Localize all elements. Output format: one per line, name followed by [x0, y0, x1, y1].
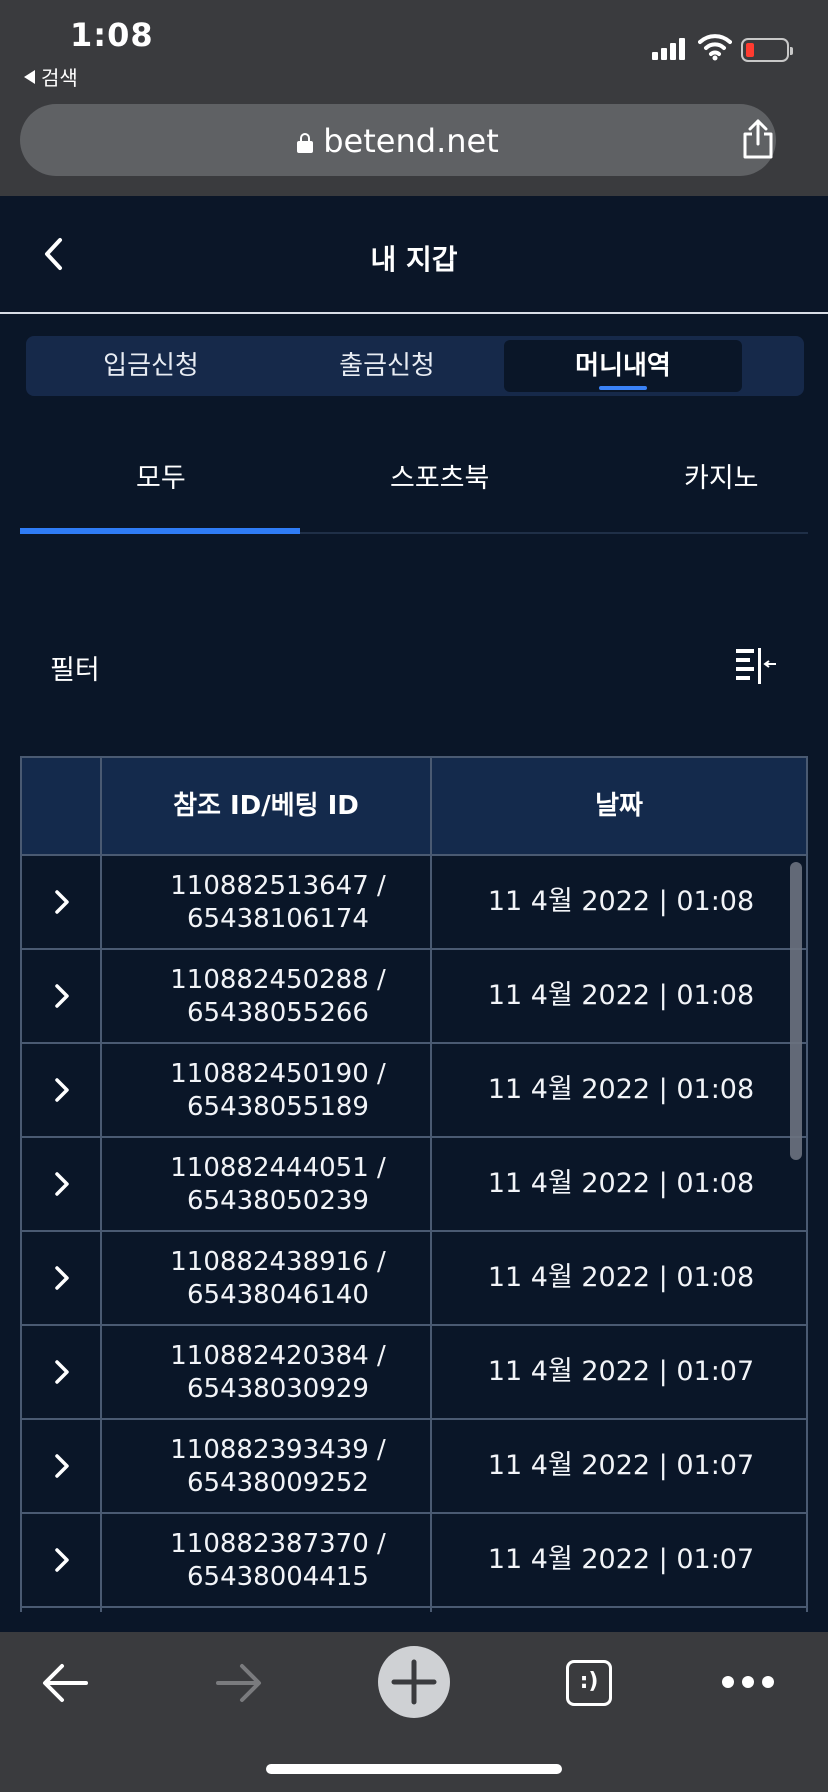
browser-forward-icon[interactable] [214, 1660, 264, 1706]
date-cell: 11 4월 2022 | 01:07 [487, 1544, 755, 1575]
browser-chrome: 1:08 검색 betend.net [0, 0, 828, 196]
expand-chevron-icon[interactable] [52, 1546, 72, 1574]
header-date: 날짜 [595, 791, 643, 821]
back-to-app-link[interactable]: 검색 [24, 62, 78, 91]
expand-chevron-icon[interactable] [52, 1264, 72, 1292]
status-time: 1:08 [70, 16, 154, 54]
table-row[interactable]: 110882450288 /65438055266 11 4월 2022 | 0… [20, 950, 808, 1044]
ref-id-cell: 110882450288 /65438055266 [170, 965, 386, 1028]
back-triangle-icon [24, 69, 35, 84]
lock-icon [297, 133, 314, 153]
tab-money-history-label: 머니내역 [575, 351, 671, 381]
ref-id-cell: 110882450190 /65438055189 [170, 1059, 386, 1122]
battery-icon [741, 38, 793, 62]
table-row[interactable]: 110882420384 /65438030929 11 4월 2022 | 0… [20, 1326, 808, 1420]
table-row[interactable]: 110882513647 /65438106174 11 4월 2022 | 0… [20, 856, 808, 950]
cellular-signal-icon [652, 36, 685, 60]
date-cell: 11 4월 2022 | 01:08 [487, 1074, 755, 1105]
filter-collapse-icon[interactable] [734, 646, 778, 686]
table-row-partial [20, 1608, 808, 1612]
date-cell: 11 4월 2022 | 01:07 [487, 1356, 755, 1387]
app-header: 내 지갑 [0, 196, 828, 314]
new-tab-button[interactable] [378, 1646, 450, 1718]
subtab-sportsbook[interactable]: 스포츠북 [390, 456, 489, 495]
ref-id-cell: 110882420384 /65438030929 [170, 1341, 386, 1404]
table-scrollbar[interactable] [790, 862, 802, 1160]
url-bar[interactable]: betend.net [20, 104, 776, 176]
date-cell: 11 4월 2022 | 01:08 [487, 886, 755, 917]
back-to-app-label: 검색 [41, 66, 78, 90]
tab-withdraw[interactable]: 출금신청 [282, 340, 492, 392]
table-row[interactable]: 110882444051 /65438050239 11 4월 2022 | 0… [20, 1138, 808, 1232]
table-header: 참조 ID/베팅 ID 날짜 [20, 756, 808, 856]
tabs-overview-button[interactable]: :) [566, 1660, 612, 1706]
ref-id-cell: 110882387370 /65438004415 [170, 1529, 386, 1592]
ref-id-cell: 110882393439 /65438009252 [170, 1435, 386, 1498]
expand-chevron-icon[interactable] [52, 1170, 72, 1198]
date-cell: 11 4월 2022 | 01:08 [487, 980, 755, 1011]
plus-icon [391, 1659, 437, 1705]
more-menu-icon[interactable] [722, 1676, 774, 1688]
expand-chevron-icon[interactable] [52, 1452, 72, 1480]
table-row[interactable]: 110882450190 /65438055189 11 4월 2022 | 0… [20, 1044, 808, 1138]
date-cell: 11 4월 2022 | 01:08 [487, 1262, 755, 1293]
money-history-table: 참조 ID/베팅 ID 날짜 110882513647 /65438106174… [20, 756, 808, 1612]
subtab-casino[interactable]: 카지노 [684, 456, 759, 495]
wifi-icon [698, 34, 732, 61]
home-indicator [266, 1764, 562, 1774]
browser-back-icon[interactable] [40, 1660, 90, 1706]
date-cell: 11 4월 2022 | 01:08 [487, 1168, 755, 1199]
expand-chevron-icon[interactable] [52, 1076, 72, 1104]
ref-id-cell: 110882513647 /65438106174 [170, 871, 386, 934]
expand-chevron-icon[interactable] [52, 888, 72, 916]
filter-label: 필터 [50, 655, 100, 686]
expand-chevron-icon[interactable] [52, 1358, 72, 1386]
ref-id-cell: 110882438916 /65438046140 [170, 1247, 386, 1310]
date-cell: 11 4월 2022 | 01:07 [487, 1450, 755, 1481]
ref-id-cell: 110882444051 /65438050239 [170, 1153, 386, 1216]
table-row[interactable]: 110882387370 /65438004415 11 4월 2022 | 0… [20, 1514, 808, 1608]
tab-deposit[interactable]: 입금신청 [46, 340, 256, 392]
tab-money-history[interactable]: 머니내역 [504, 340, 742, 392]
header-expand [22, 758, 100, 854]
header-ref-id: 참조 ID/베팅 ID [173, 791, 359, 821]
page-title: 내 지갑 [370, 243, 458, 276]
table-row[interactable]: 110882438916 /65438046140 11 4월 2022 | 0… [20, 1232, 808, 1326]
active-tab-underline [599, 386, 647, 390]
expand-chevron-icon[interactable] [52, 982, 72, 1010]
history-subtabs: 모두 스포츠북 카지노 [20, 420, 808, 534]
subtab-all[interactable]: 모두 [136, 456, 186, 495]
table-row[interactable]: 110882393439 /65438009252 11 4월 2022 | 0… [20, 1420, 808, 1514]
browser-toolbar: :) [0, 1632, 828, 1792]
subtab-active-indicator [20, 528, 300, 534]
wallet-tabs: 입금신청 출금신청 머니내역 [26, 336, 804, 396]
url-text: betend.net [323, 122, 499, 160]
share-icon[interactable] [740, 118, 776, 160]
